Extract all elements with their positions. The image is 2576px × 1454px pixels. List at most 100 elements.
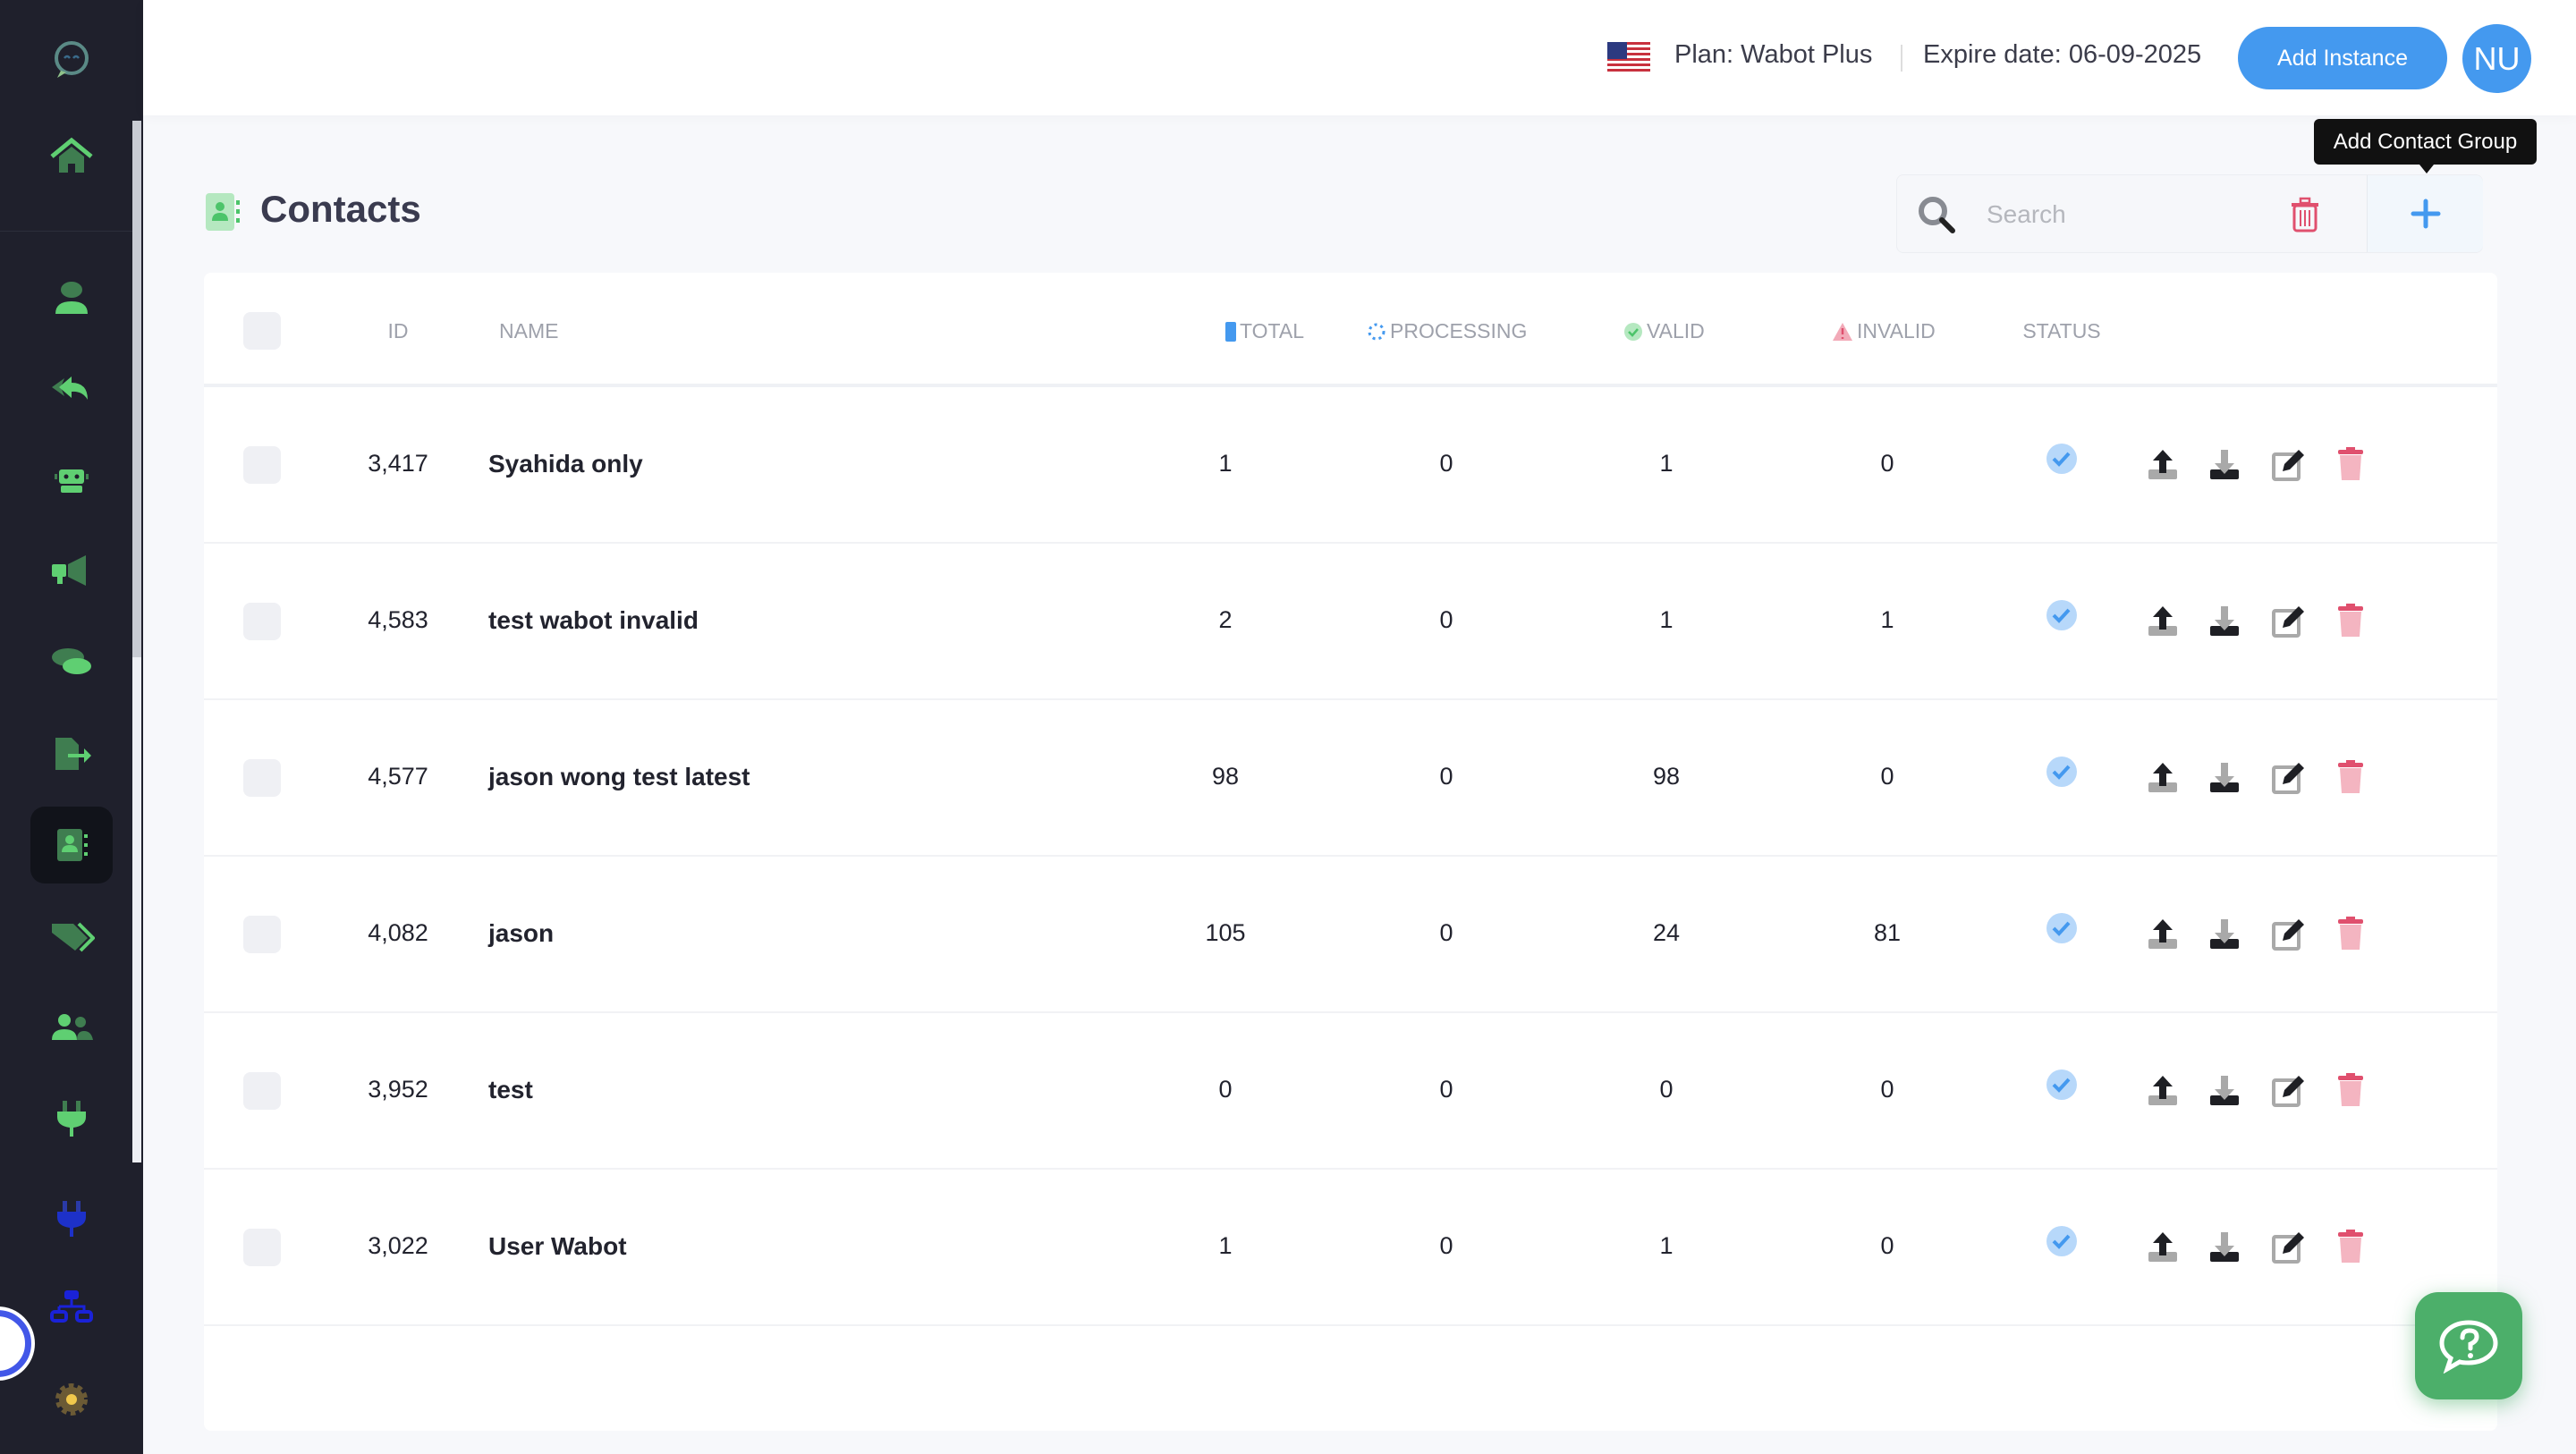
delete-icon[interactable] — [2333, 603, 2368, 638]
cell-name[interactable]: jason — [488, 919, 554, 948]
table-row[interactable]: 4,577 98 0 98 0 jason wong test latest — [204, 700, 2497, 857]
cell-total: 105 — [1205, 919, 1246, 946]
status-check-icon — [2046, 913, 2077, 943]
cell-name[interactable]: test — [488, 1076, 533, 1104]
cell-total: 0 — [1218, 1076, 1233, 1103]
edit-icon[interactable] — [2270, 1229, 2306, 1264]
expire-date: Expire date: 06-09-2025 — [1923, 40, 2202, 69]
table-row[interactable]: 4,583 2 0 1 1 test wabot invalid — [204, 544, 2497, 700]
edit-icon[interactable] — [2270, 446, 2306, 482]
sidebar-item-settings[interactable] — [30, 1361, 113, 1438]
edit-icon[interactable] — [2270, 1072, 2306, 1108]
trash-icon[interactable] — [2287, 197, 2323, 232]
download-icon[interactable] — [2207, 759, 2242, 795]
sidebar-item-contacts[interactable] — [30, 807, 113, 883]
cell-invalid: 81 — [1873, 919, 1902, 946]
sidebar-item-team[interactable] — [30, 989, 113, 1066]
cell-processing: 0 — [1439, 919, 1453, 946]
sidebar-item-bot[interactable] — [30, 442, 113, 519]
edit-icon[interactable] — [2270, 759, 2306, 795]
logo[interactable] — [30, 21, 113, 98]
cell-name[interactable]: Syahida only — [488, 450, 643, 478]
table-row[interactable]: 3,022 1 0 1 0 User Wabot — [204, 1170, 2497, 1326]
users-icon — [52, 1014, 93, 1040]
cell-name[interactable]: test wabot invalid — [488, 606, 699, 635]
cell-processing: 0 — [1439, 450, 1453, 477]
row-checkbox[interactable] — [243, 1072, 281, 1110]
cell-valid: 98 — [1652, 763, 1681, 790]
plan-label: Plan: Wabot Plus — [1674, 40, 1873, 69]
delete-icon[interactable] — [2333, 759, 2368, 795]
status-check-icon — [2046, 444, 2077, 474]
help-chat-button[interactable] — [2415, 1292, 2522, 1399]
row-checkbox[interactable] — [243, 603, 281, 640]
cell-invalid: 0 — [1880, 1232, 1894, 1259]
sidebar-item-profile[interactable] — [30, 259, 113, 336]
upload-icon[interactable] — [2145, 916, 2181, 951]
cell-processing: 0 — [1439, 1232, 1453, 1259]
column-status: STATUS — [2022, 319, 2101, 342]
upload-icon[interactable] — [2145, 603, 2181, 638]
cell-valid: 24 — [1652, 919, 1681, 946]
contact-book-icon — [206, 193, 240, 231]
avatar[interactable]: NU — [2462, 24, 2531, 93]
spinner-icon — [1368, 323, 1385, 340]
top-header — [143, 0, 2576, 115]
cell-invalid: 1 — [1880, 606, 1894, 633]
column-processing-label: PROCESSING — [1390, 319, 1528, 342]
delete-icon[interactable] — [2333, 446, 2368, 482]
sidebar-item-home[interactable] — [30, 118, 113, 195]
delete-icon[interactable] — [2333, 1072, 2368, 1108]
cell-id: 4,583 — [368, 606, 428, 633]
row-checkbox[interactable] — [243, 759, 281, 797]
cell-total: 98 — [1211, 763, 1240, 790]
robot-icon — [55, 469, 89, 493]
add-contact-group-button[interactable] — [2367, 175, 2483, 252]
question-chat-icon — [2439, 1320, 2498, 1374]
sidebar-item-export[interactable] — [30, 715, 113, 792]
edit-icon[interactable] — [2270, 603, 2306, 638]
table-row[interactable]: 4,082 105 0 24 81 jason — [204, 857, 2497, 1013]
select-all-checkbox[interactable] — [243, 312, 281, 350]
edit-icon[interactable] — [2270, 916, 2306, 951]
status-check-icon — [2046, 757, 2077, 787]
search-bar — [1896, 174, 2483, 253]
download-icon[interactable] — [2207, 916, 2242, 951]
sidebar-item-broadcast[interactable] — [30, 533, 113, 610]
plus-icon — [2411, 199, 2440, 229]
us-flag-icon[interactable] — [1607, 42, 1650, 74]
delete-icon[interactable] — [2333, 916, 2368, 951]
upload-icon[interactable] — [2145, 446, 2181, 482]
sidebar-item-tags[interactable] — [30, 898, 113, 975]
sidebar-item-api[interactable] — [30, 1180, 113, 1257]
row-checkbox[interactable] — [243, 1229, 281, 1266]
table-header: ID NAME TOTAL PROCESSING VALID INVALID S… — [204, 273, 2497, 387]
header-divider — [1901, 45, 1902, 72]
sidebar-item-integrations[interactable] — [30, 1080, 113, 1157]
row-checkbox[interactable] — [243, 446, 281, 484]
upload-icon[interactable] — [2145, 1229, 2181, 1264]
add-instance-button[interactable]: Add Instance — [2238, 27, 2447, 89]
download-icon[interactable] — [2207, 603, 2242, 638]
logo-chat-icon — [55, 41, 89, 78]
cell-id: 4,577 — [368, 763, 428, 790]
user-icon — [55, 282, 88, 314]
cell-name[interactable]: jason wong test latest — [488, 763, 750, 791]
scrollbar-thumb[interactable] — [132, 121, 141, 657]
download-icon[interactable] — [2207, 1072, 2242, 1108]
upload-icon[interactable] — [2145, 1072, 2181, 1108]
delete-icon[interactable] — [2333, 1229, 2368, 1264]
table-row[interactable]: 3,417 1 0 1 0 Syahida only — [204, 387, 2497, 544]
sidebar-item-chats[interactable] — [30, 624, 113, 701]
download-icon[interactable] — [2207, 446, 2242, 482]
download-icon[interactable] — [2207, 1229, 2242, 1264]
upload-icon[interactable] — [2145, 759, 2181, 795]
row-checkbox[interactable] — [243, 916, 281, 953]
sidebar-divider — [0, 231, 132, 232]
page-title: Contacts — [260, 188, 421, 230]
search-input[interactable] — [1987, 193, 2210, 236]
sidebar-item-auto-reply[interactable] — [30, 351, 113, 427]
cell-name[interactable]: User Wabot — [488, 1232, 627, 1261]
sidebar-item-flows[interactable] — [30, 1270, 113, 1347]
table-row[interactable]: 3,952 0 0 0 0 test — [204, 1013, 2497, 1170]
